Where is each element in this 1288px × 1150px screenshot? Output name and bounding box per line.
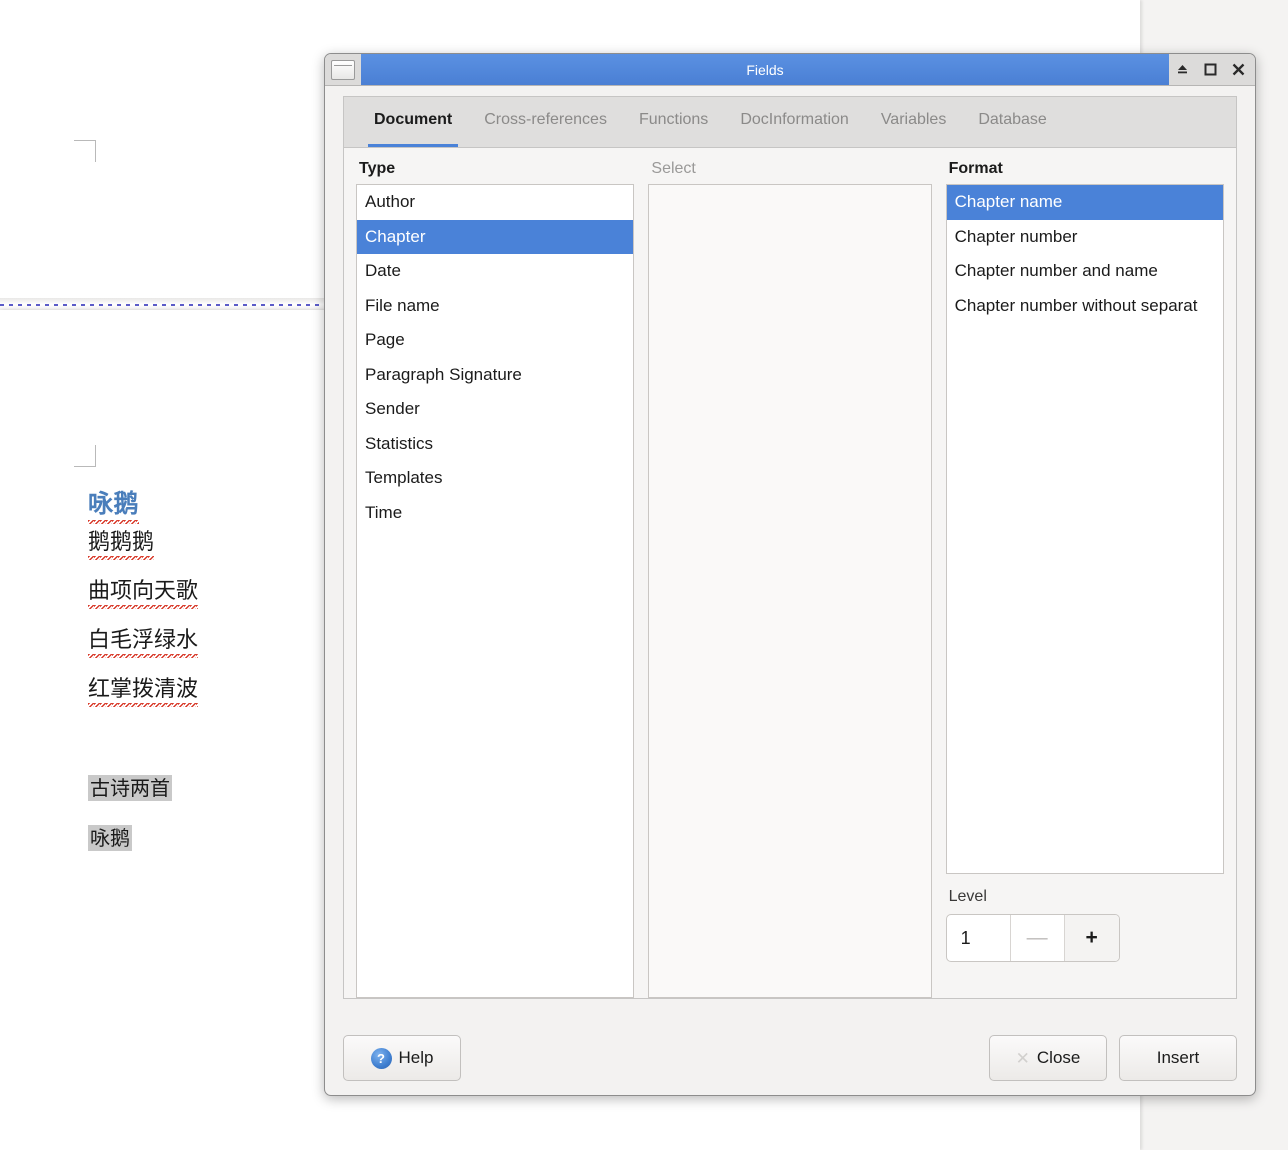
type-listbox[interactable]: Author Chapter Date File name Page Parag… <box>356 184 635 998</box>
tab-variables[interactable]: Variables <box>865 97 963 148</box>
type-item-chapter[interactable]: Chapter <box>357 219 634 254</box>
maximize-icon[interactable] <box>1201 61 1219 79</box>
format-column: Format Chapter name Chapter number Chapt… <box>945 160 1225 998</box>
poem-line[interactable]: 鹅鹅鹅 <box>88 524 155 560</box>
level-stepper[interactable]: 1 — + <box>945 914 1120 962</box>
format-listbox[interactable]: Chapter name Chapter number Chapter numb… <box>945 184 1225 874</box>
type-item-file-name[interactable]: File name <box>357 289 633 324</box>
type-item-author[interactable]: Author <box>357 185 633 220</box>
type-item-date[interactable]: Date <box>357 254 633 289</box>
document-tab-panel: Type Author Chapter Date File name Page … <box>343 147 1237 999</box>
tab-docinformation[interactable]: DocInformation <box>724 97 865 148</box>
inserted-field[interactable]: 咏鹅 <box>88 822 132 851</box>
type-item-sender[interactable]: Sender <box>357 392 633 427</box>
type-item-time[interactable]: Time <box>357 496 633 531</box>
help-icon: ? <box>370 1047 392 1069</box>
select-column: Select <box>648 160 932 998</box>
text-boundary-corner-mark <box>74 140 96 162</box>
type-column: Type Author Chapter Date File name Page … <box>356 160 635 998</box>
field-text: 咏鹅 <box>88 825 132 851</box>
format-label: Format <box>948 160 1003 177</box>
window-menu-icon[interactable] <box>331 59 355 80</box>
type-item-templates[interactable]: Templates <box>357 461 633 496</box>
level-input[interactable]: 1 <box>947 915 1011 961</box>
poem-line[interactable]: 白毛浮绿水 <box>88 622 199 658</box>
level-decrement-button[interactable]: — <box>1010 915 1065 961</box>
footer-action-buttons: ✕ Close Insert <box>989 1035 1237 1081</box>
insert-button-label: Insert <box>1156 1048 1200 1067</box>
dialog-body: Document Cross-references Functions DocI… <box>325 86 1255 1095</box>
format-item-chapter-number-without-separator[interactable]: Chapter number without separat <box>947 289 1223 324</box>
type-item-paragraph-signature[interactable]: Paragraph Signature <box>357 358 633 393</box>
type-label: Type <box>359 160 396 177</box>
close-button[interactable]: ✕ Close <box>989 1035 1107 1081</box>
select-listbox[interactable] <box>648 184 932 998</box>
minimize-icon[interactable] <box>1173 61 1191 79</box>
tab-cross-references[interactable]: Cross-references <box>468 97 623 148</box>
format-item-chapter-number-and-name[interactable]: Chapter number and name <box>947 254 1223 289</box>
text-boundary-corner-mark <box>74 445 96 467</box>
poem-line[interactable]: 红掌拨清波 <box>88 671 199 707</box>
help-button[interactable]: ? Help <box>343 1035 461 1081</box>
titlebar-background: Fields <box>361 54 1169 85</box>
tab-document[interactable]: Document <box>358 97 468 148</box>
inserted-field[interactable]: 古诗两首 <box>88 772 172 801</box>
poem-line[interactable]: 曲项向天歌 <box>88 573 199 609</box>
field-text: 古诗两首 <box>88 775 172 801</box>
tab-database[interactable]: Database <box>962 97 1063 148</box>
dialog-titlebar[interactable]: Fields <box>325 54 1255 86</box>
close-x-icon: ✕ <box>1015 1048 1030 1068</box>
format-item-chapter-number[interactable]: Chapter number <box>947 220 1223 255</box>
insert-button[interactable]: Insert <box>1119 1035 1237 1081</box>
format-item-chapter-name[interactable]: Chapter name <box>946 185 1224 220</box>
level-label: Level <box>948 888 987 905</box>
type-item-statistics[interactable]: Statistics <box>357 427 633 462</box>
select-label: Select <box>651 160 696 177</box>
dialog-footer: ? Help ✕ Close Insert <box>343 1035 1237 1081</box>
fields-dialog[interactable]: Fields Document Cross-references Functio… <box>324 53 1256 1096</box>
close-icon[interactable] <box>1229 61 1247 79</box>
dialog-title: Fields <box>746 61 784 78</box>
level-increment-button[interactable]: + <box>1064 915 1119 961</box>
help-button-label: Help <box>398 1048 434 1067</box>
poem-heading[interactable]: 咏鹅 <box>88 484 140 524</box>
type-item-page[interactable]: Page <box>357 323 633 358</box>
window-controls <box>1173 54 1247 85</box>
tab-functions[interactable]: Functions <box>623 97 724 148</box>
close-button-label: Close <box>1036 1048 1081 1067</box>
tab-bar: Document Cross-references Functions DocI… <box>343 96 1237 148</box>
